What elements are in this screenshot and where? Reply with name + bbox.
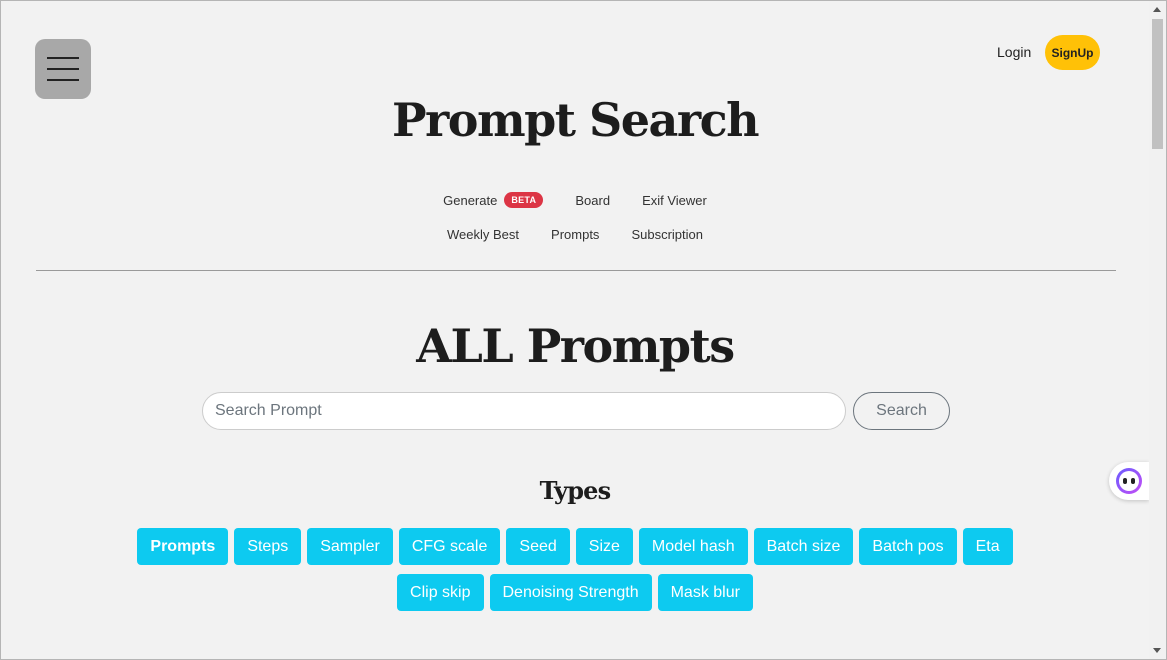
type-tag-model-hash[interactable]: Model hash bbox=[638, 528, 748, 565]
nav-item-prompts[interactable]: Prompts bbox=[551, 227, 599, 242]
type-tag-batch-pos[interactable]: Batch pos bbox=[859, 528, 957, 565]
header-divider bbox=[36, 270, 1116, 271]
type-tag-cfg-scale[interactable]: CFG scale bbox=[398, 528, 501, 565]
nav-item-weekly-best[interactable]: Weekly Best bbox=[447, 227, 519, 242]
types-heading: Types bbox=[539, 476, 612, 505]
type-tags-row: Clip skip Denoising Strength Mask blur bbox=[1, 574, 1149, 611]
type-tag-batch-size[interactable]: Batch size bbox=[753, 528, 854, 565]
vertical-scrollbar[interactable] bbox=[1149, 1, 1166, 659]
nav-item-generate[interactable]: Generate BETA bbox=[443, 192, 544, 208]
nav-row-secondary: Weekly Best Prompts Subscription bbox=[1, 227, 1149, 242]
type-tag-sampler[interactable]: Sampler bbox=[307, 528, 393, 565]
hamburger-menu-button[interactable] bbox=[35, 39, 91, 99]
scroll-up-arrow-icon[interactable] bbox=[1153, 7, 1161, 12]
nav-item-exif-viewer[interactable]: Exif Viewer bbox=[642, 192, 707, 208]
scrollbar-thumb[interactable] bbox=[1152, 19, 1163, 149]
login-link[interactable]: Login bbox=[997, 44, 1031, 60]
beta-badge: BETA bbox=[504, 192, 544, 208]
type-tag-denoising-strength[interactable]: Denoising Strength bbox=[489, 574, 652, 611]
search-input[interactable] bbox=[202, 392, 846, 430]
nav-item-board[interactable]: Board bbox=[575, 192, 610, 208]
type-tags-row: Prompts Steps Sampler CFG scale Seed Siz… bbox=[1, 528, 1149, 565]
type-tag-steps[interactable]: Steps bbox=[234, 528, 302, 565]
type-tag-seed[interactable]: Seed bbox=[506, 528, 570, 565]
chat-assistant-icon bbox=[1116, 468, 1142, 494]
page-title: ALL Prompts bbox=[416, 319, 735, 373]
scroll-down-arrow-icon[interactable] bbox=[1153, 648, 1161, 653]
chat-widget-button[interactable] bbox=[1109, 462, 1149, 500]
site-title: Prompt Search bbox=[391, 93, 760, 147]
type-tag-size[interactable]: Size bbox=[575, 528, 633, 565]
signup-button[interactable]: SignUp bbox=[1045, 35, 1100, 70]
hamburger-icon bbox=[47, 57, 79, 59]
nav-item-label: Generate bbox=[443, 192, 498, 208]
search-button[interactable]: Search bbox=[853, 392, 950, 430]
type-tag-mask-blur[interactable]: Mask blur bbox=[657, 574, 753, 611]
nav-row-primary: Generate BETA Board Exif Viewer bbox=[1, 192, 1149, 208]
type-tag-prompts[interactable]: Prompts bbox=[137, 528, 229, 565]
type-tag-clip-skip[interactable]: Clip skip bbox=[397, 574, 484, 611]
nav-item-subscription[interactable]: Subscription bbox=[631, 227, 703, 242]
type-tag-eta[interactable]: Eta bbox=[962, 528, 1013, 565]
